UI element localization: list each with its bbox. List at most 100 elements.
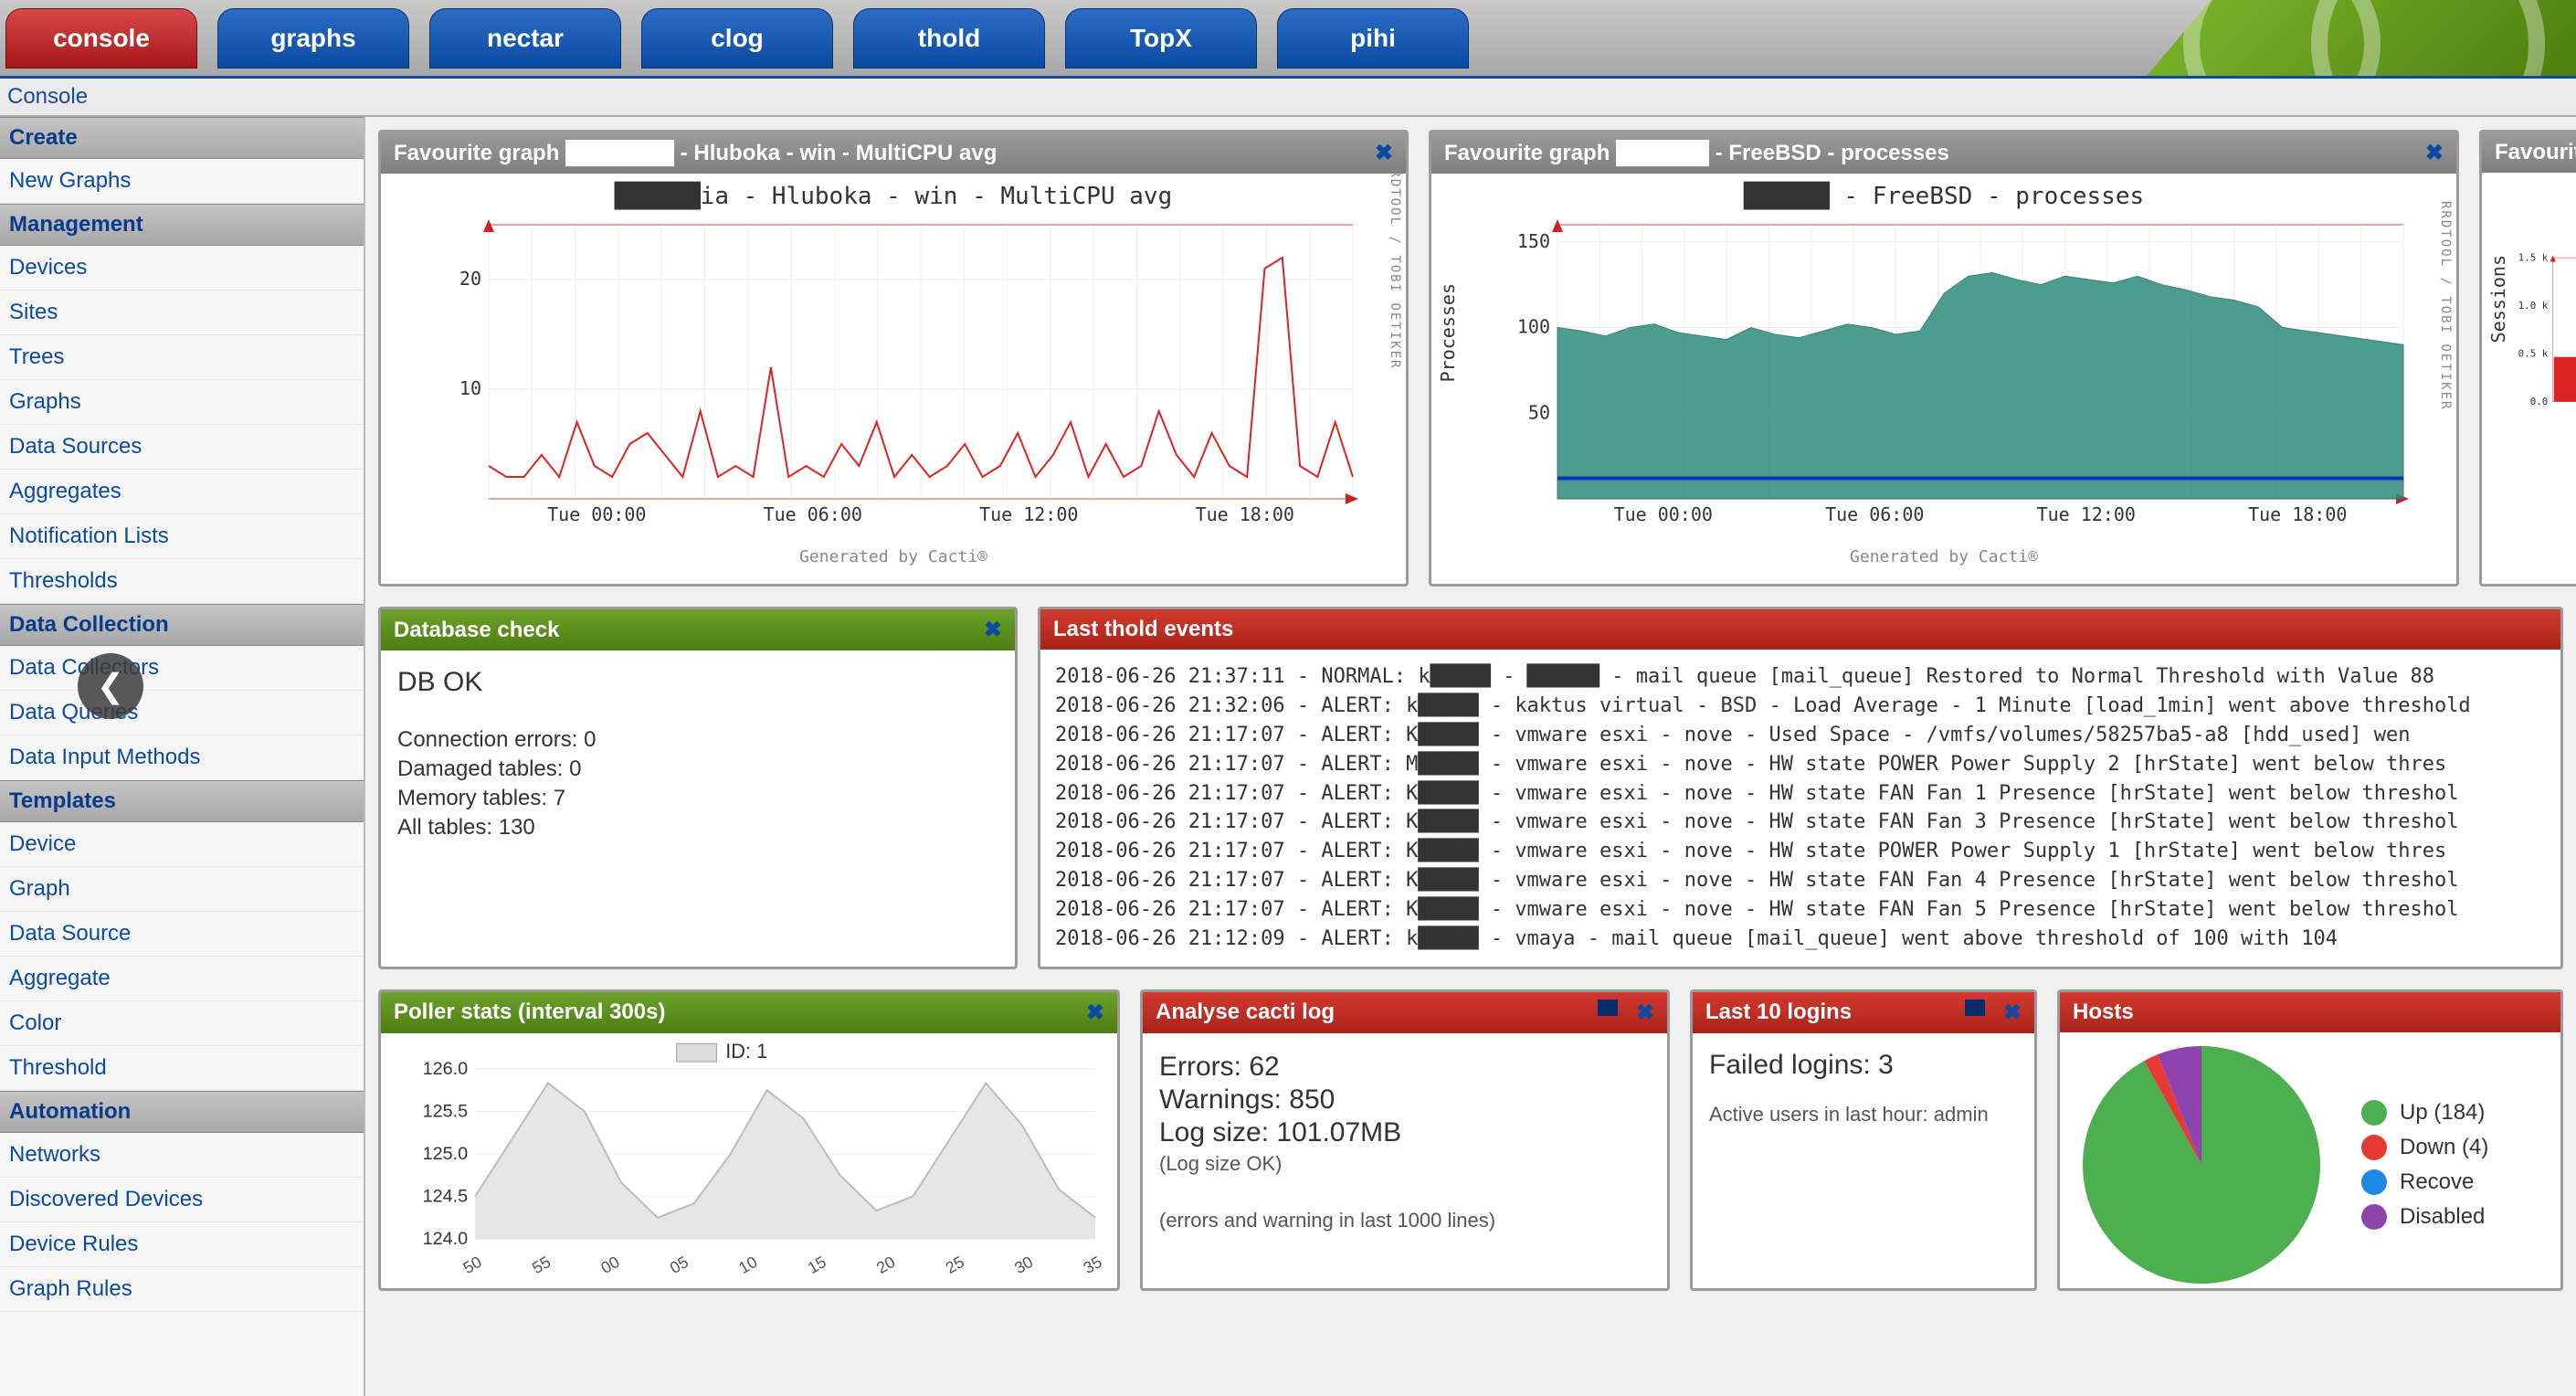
panel-db-check: Database check ✖ DB OK Connection errors… <box>378 607 1018 969</box>
event-row: 2018-06-26 21:17:07 - ALERT: K█████ - vm… <box>1055 866 2546 895</box>
sidebar-item-aggregates[interactable]: Aggregates <box>0 470 364 514</box>
svg-text:0.0: 0.0 <box>2530 396 2549 407</box>
sidebar-item-devices[interactable]: Devices <box>0 246 364 291</box>
hosts-pie[interactable] <box>2078 1042 2325 1288</box>
db-line: All tables: 130 <box>397 815 998 841</box>
sidebar-item-data-queries[interactable]: Data Queries <box>0 691 364 735</box>
svg-text:0.5 k: 0.5 k <box>2518 347 2549 359</box>
svg-text:125.0: 125.0 <box>423 1144 469 1164</box>
sidebar-item-data-source[interactable]: Data Source <box>0 912 364 957</box>
legend-row: Up (184) <box>2361 1100 2488 1126</box>
sidebar-item-sites[interactable]: Sites <box>0 291 364 335</box>
svg-text:10: 10 <box>459 377 481 399</box>
panel-title: Last thold events <box>1053 617 1233 642</box>
sidebar-item-aggregate[interactable]: Aggregate <box>0 957 364 1001</box>
sidebar-item-networks[interactable]: Networks <box>0 1133 364 1178</box>
analyse-line: Log size: 101.07MB <box>1159 1117 1651 1148</box>
breadcrumb: Console <box>0 79 2576 117</box>
sidebar-item-discovered-devices[interactable]: Discovered Devices <box>0 1178 364 1222</box>
sidebar-item-notification-lists[interactable]: Notification Lists <box>0 514 364 559</box>
carousel-prev-button[interactable]: ❮ <box>78 653 143 719</box>
svg-text:Tue 00:00: Tue 00:00 <box>547 503 646 525</box>
sidebar-item-graphs[interactable]: Graphs <box>0 380 364 425</box>
sidebar-item-device-rules[interactable]: Device Rules <box>0 1222 364 1267</box>
sidebar-item-data-collectors[interactable]: Data Collectors <box>0 646 364 691</box>
close-icon[interactable]: ✖ <box>2425 140 2444 166</box>
legend-swatch <box>2361 1169 2387 1195</box>
sidebar-item-threshold[interactable]: Threshold <box>0 1046 364 1091</box>
sidebar-item-thresholds[interactable]: Thresholds <box>0 559 364 604</box>
legend-label: Up (184) <box>2400 1100 2485 1126</box>
chevron-left-icon: ❮ <box>97 667 124 705</box>
close-icon[interactable]: ✖ <box>1086 999 1104 1026</box>
sidebar-item-data-input-methods[interactable]: Data Input Methods <box>0 735 364 780</box>
panel-title: Analyse cacti log <box>1156 999 1335 1025</box>
rrdtool-watermark: RRDTOOL / TOBI OETIKER <box>2438 201 2453 410</box>
legend-swatch <box>2361 1204 2387 1230</box>
y-axis-label: Processes <box>1437 283 1459 382</box>
graph-processes[interactable]: 50100150Tue 00:00Tue 06:00Tue 12:00Tue 1… <box>1448 216 2440 545</box>
rrdtool-watermark: RRDTOOL / TOBI OETIKER <box>1388 160 1402 369</box>
sidebar-section-management: Management <box>0 204 364 246</box>
tab-TopX[interactable]: TopX <box>1065 8 1257 69</box>
close-icon[interactable]: ✖ <box>1636 999 1654 1026</box>
svg-text:124.0: 124.0 <box>423 1229 469 1249</box>
legend-swatch <box>2361 1135 2387 1160</box>
panel-title: Last 10 logins <box>1705 999 1852 1025</box>
sidebar-item-graph-rules[interactable]: Graph Rules <box>0 1267 364 1312</box>
tab-clog[interactable]: clog <box>641 8 833 69</box>
db-status: DB OK <box>397 667 998 698</box>
active-users: Active users in last hour: admin <box>1709 1103 2018 1126</box>
tab-thold[interactable]: thold <box>853 8 1045 69</box>
sidebar: CreateNew GraphsManagementDevicesSitesTr… <box>0 117 365 1396</box>
tab-pihi[interactable]: pihi <box>1277 8 1469 69</box>
panel-fav-graph-3: Favourite gr Sessions 0.00.5 k1.0 k1.5 k <box>2479 130 2576 587</box>
close-icon[interactable]: ✖ <box>984 617 1002 643</box>
svg-text:10: 10 <box>735 1253 760 1276</box>
tab-nectar[interactable]: nectar <box>429 8 621 69</box>
event-row: 2018-06-26 21:17:07 - ALERT: K█████ - vm… <box>1055 895 2546 925</box>
svg-text:ID: 1: ID: 1 <box>725 1040 767 1063</box>
event-row: 2018-06-26 21:17:07 - ALERT: K█████ - vm… <box>1055 721 2546 750</box>
sidebar-item-new-graphs[interactable]: New Graphs <box>0 159 364 204</box>
graph-poller[interactable]: ID: 1124.0124.5125.0125.5126.05055000510… <box>394 1039 1104 1276</box>
sidebar-item-graph[interactable]: Graph <box>0 867 364 912</box>
svg-text:00: 00 <box>597 1253 622 1276</box>
graph-cpu[interactable]: 1020Tue 00:00Tue 06:00Tue 12:00Tue 18:00 <box>397 216 1389 545</box>
svg-text:126.0: 126.0 <box>423 1059 469 1079</box>
svg-text:30: 30 <box>1011 1253 1036 1276</box>
tab-console[interactable]: console <box>5 8 197 69</box>
sidebar-item-trees[interactable]: Trees <box>0 335 364 380</box>
legend-row: Down (4) <box>2361 1135 2488 1160</box>
svg-text:55: 55 <box>529 1253 554 1276</box>
log-note-2: (errors and warning in last 1000 lines) <box>1159 1209 1651 1232</box>
top-tab-bar: console graphs nectar clog thold TopX pihi <box>0 0 2576 79</box>
sidebar-item-color[interactable]: Color <box>0 1001 364 1046</box>
sidebar-section-automation: Automation <box>0 1091 364 1133</box>
panel-fav-graph-1: Favourite graph ███████ - Hluboka - win … <box>378 130 1409 587</box>
svg-text:125.5: 125.5 <box>423 1101 469 1121</box>
window-icon[interactable] <box>1598 999 1618 1016</box>
svg-text:150: 150 <box>1517 230 1550 252</box>
panel-title: Poller stats (interval 300s) <box>394 999 665 1025</box>
tab-graphs[interactable]: graphs <box>217 8 409 69</box>
svg-text:25: 25 <box>943 1253 967 1276</box>
app-logo <box>2147 0 2576 76</box>
sidebar-item-data-sources[interactable]: Data Sources <box>0 425 364 470</box>
event-row: 2018-06-26 21:12:09 - ALERT: k█████ - vm… <box>1055 925 2546 954</box>
panel-analyse-log: Analyse cacti log ✖ Errors: 62Warnings: … <box>1140 989 1670 1291</box>
svg-text:20: 20 <box>873 1253 898 1276</box>
breadcrumb-text[interactable]: Console <box>7 84 88 110</box>
panel-hosts: Hosts Up (184)Down (4)RecoveDisabled <box>2057 989 2563 1291</box>
failed-logins: Failed logins: 3 <box>1709 1050 2018 1081</box>
sidebar-item-device[interactable]: Device <box>0 822 364 867</box>
graph-sessions[interactable]: 0.00.5 k1.0 k1.5 k <box>2498 182 2576 492</box>
panel-thold-events: Last thold events 2018-06-26 21:37:11 - … <box>1038 607 2563 969</box>
analyse-line: Warnings: 850 <box>1159 1084 1651 1116</box>
svg-text:1.5 k: 1.5 k <box>2518 251 2549 263</box>
close-icon[interactable]: ✖ <box>2003 999 2022 1026</box>
svg-text:15: 15 <box>805 1253 829 1276</box>
svg-text:Tue 12:00: Tue 12:00 <box>2037 503 2136 525</box>
legend-label: Recove <box>2400 1169 2474 1195</box>
window-icon[interactable] <box>1965 999 1985 1016</box>
